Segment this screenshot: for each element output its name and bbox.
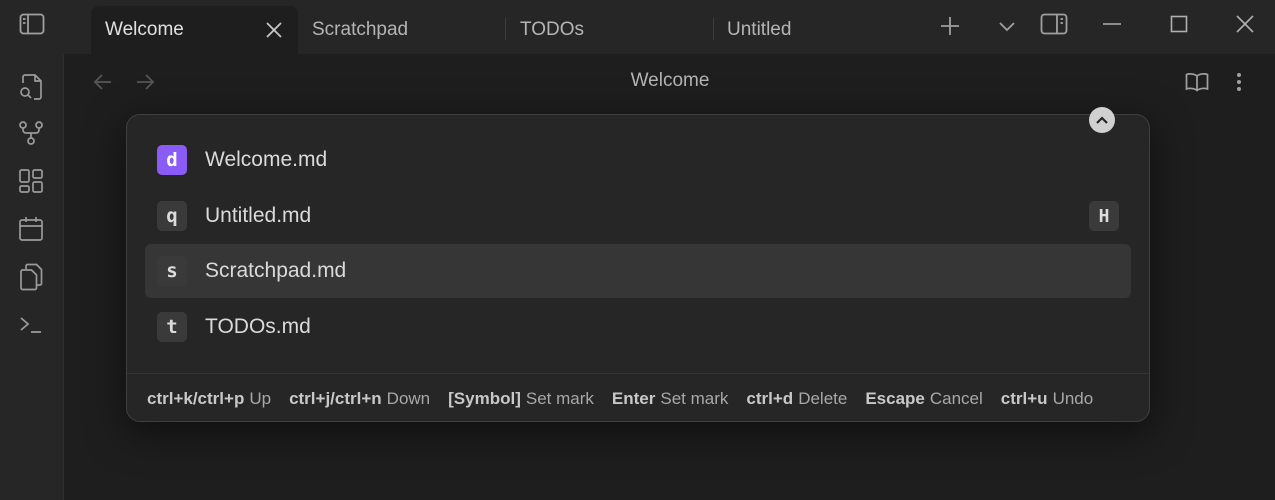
close-icon[interactable] bbox=[264, 20, 284, 40]
list-item[interactable]: q Untitled.md H bbox=[145, 189, 1131, 243]
maximize-icon[interactable] bbox=[1163, 8, 1195, 40]
terminal-icon[interactable] bbox=[16, 310, 46, 340]
close-icon[interactable] bbox=[1089, 107, 1115, 133]
tab-label: Welcome bbox=[105, 19, 184, 40]
tab-untitled[interactable]: Untitled bbox=[713, 6, 920, 54]
canvas-icon[interactable] bbox=[16, 166, 46, 196]
list-item[interactable]: d Welcome.md bbox=[145, 133, 1131, 187]
item-shortcut-key: d bbox=[157, 145, 187, 175]
item-hint-key: H bbox=[1089, 201, 1119, 231]
instruction: Enter Set mark bbox=[611, 388, 729, 408]
calendar-icon[interactable] bbox=[16, 214, 46, 244]
title-bar: Welcome Scratchpad TODOs Untitled bbox=[0, 0, 1275, 54]
list-item[interactable]: t TODOs.md bbox=[145, 300, 1131, 354]
instruction: ctrl+u Undo bbox=[1000, 388, 1094, 408]
graph-icon[interactable] bbox=[16, 118, 46, 148]
item-label: Scratchpad.md bbox=[205, 259, 347, 282]
tab-label: TODOs bbox=[520, 19, 585, 40]
instruction: ctrl+k/ctrl+p Up bbox=[147, 388, 272, 408]
item-label: Untitled.md bbox=[205, 204, 312, 227]
instruction: Escape Cancel bbox=[865, 388, 983, 408]
more-options-icon[interactable] bbox=[1225, 68, 1253, 96]
file-switcher-modal: d Welcome.md q Untitled.md H s Scratchpa… bbox=[126, 107, 1150, 422]
left-ribbon bbox=[0, 54, 64, 500]
tab-label: Scratchpad bbox=[312, 19, 409, 40]
item-shortcut-key: t bbox=[157, 312, 187, 342]
instruction: ctrl+d Delete bbox=[746, 388, 848, 408]
instruction: ctrl+j/ctrl+n Down bbox=[289, 388, 431, 408]
tab-todos[interactable]: TODOs bbox=[506, 6, 713, 54]
modal-body: d Welcome.md q Untitled.md H s Scratchpa… bbox=[127, 115, 1149, 421]
tab-scratchpad[interactable]: Scratchpad bbox=[298, 6, 506, 54]
chevron-down-icon[interactable] bbox=[991, 10, 1023, 42]
item-label: TODOs.md bbox=[205, 315, 311, 338]
list-item-selected[interactable]: s Scratchpad.md bbox=[145, 244, 1131, 298]
instruction: [Symbol] Set mark bbox=[448, 388, 594, 408]
window-close-icon[interactable] bbox=[1229, 8, 1261, 40]
item-label: Welcome.md bbox=[205, 148, 328, 171]
open-file-icon[interactable] bbox=[16, 72, 46, 102]
tab-label: Untitled bbox=[727, 19, 792, 40]
view-title: Welcome bbox=[630, 70, 710, 91]
instructions-bar: ctrl+k/ctrl+p Up ctrl+j/ctrl+n Down [Symbo… bbox=[127, 373, 1149, 421]
item-shortcut-key: q bbox=[157, 201, 187, 231]
item-shortcut-key: s bbox=[157, 256, 187, 286]
copy-icon[interactable] bbox=[16, 262, 46, 292]
tab-welcome[interactable]: Welcome bbox=[91, 6, 298, 54]
new-tab-icon[interactable] bbox=[934, 10, 966, 42]
reading-view-icon[interactable] bbox=[1183, 68, 1211, 96]
sidebar-toggle-icon[interactable] bbox=[16, 8, 48, 40]
minimize-icon[interactable] bbox=[1096, 8, 1128, 40]
right-sidebar-toggle-icon[interactable] bbox=[1038, 8, 1070, 40]
